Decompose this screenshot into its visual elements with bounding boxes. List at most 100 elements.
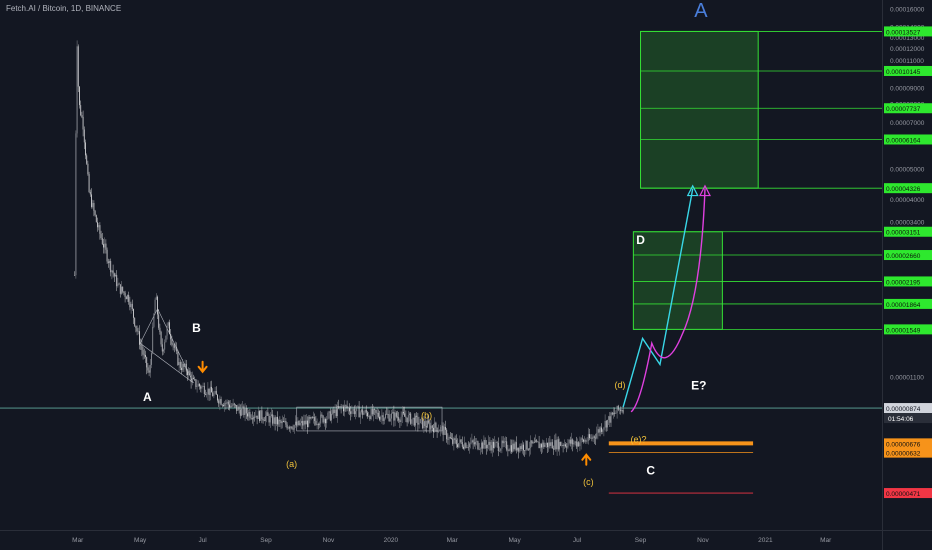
candle-body xyxy=(389,418,391,422)
candle-body xyxy=(405,416,407,418)
time-axis-label: 2021 xyxy=(758,537,773,544)
price-axis-label: 0.00009000 xyxy=(890,85,925,92)
candle-body xyxy=(286,424,288,429)
candle-body xyxy=(424,421,426,427)
candle-body xyxy=(491,441,493,451)
time-axis-label: May xyxy=(134,537,147,544)
candle-body xyxy=(343,406,344,412)
wave-label: A xyxy=(694,0,708,22)
candle-body xyxy=(124,292,126,297)
wave-label: (e)? xyxy=(630,435,646,445)
candle-body xyxy=(314,417,316,421)
candle-body xyxy=(537,441,539,443)
candle-body xyxy=(111,270,113,273)
price-axis-label: 0.00003400 xyxy=(890,219,925,226)
time-axis-label: Jul xyxy=(573,537,582,544)
time-axis-label: Jul xyxy=(198,537,207,544)
orange-arrow xyxy=(197,360,208,374)
candle-body xyxy=(470,442,472,444)
candle-body xyxy=(399,420,401,422)
candle-body xyxy=(351,410,353,414)
candle-body xyxy=(136,328,138,332)
candle-body xyxy=(488,441,490,446)
candle-body xyxy=(536,440,538,442)
candle-body xyxy=(393,411,395,421)
candle-body xyxy=(557,439,559,450)
candle-body xyxy=(322,415,324,423)
candle-body xyxy=(271,414,272,417)
candle-body xyxy=(429,422,431,430)
candle-body xyxy=(555,440,557,450)
candle-body xyxy=(508,450,510,452)
candle-body xyxy=(403,411,404,414)
candle-body xyxy=(267,412,269,416)
candle-body xyxy=(89,192,91,195)
candle-body xyxy=(466,446,468,448)
candle-body xyxy=(261,410,263,419)
candle-body xyxy=(178,362,180,365)
candle-body xyxy=(293,425,295,430)
candle-body xyxy=(619,409,620,411)
candle-body xyxy=(229,404,230,408)
wave-label: (b) xyxy=(421,411,432,421)
time-axis-label: May xyxy=(509,537,522,544)
candle-body xyxy=(561,444,563,446)
candle-body xyxy=(501,440,503,449)
candle-body xyxy=(151,353,152,365)
candle-body xyxy=(341,406,343,408)
candle-body xyxy=(278,420,280,425)
candle-body xyxy=(454,438,456,440)
candle-body xyxy=(622,409,624,413)
candle-body xyxy=(531,440,533,444)
candle-body xyxy=(281,421,283,424)
candle-body xyxy=(493,441,494,449)
candle-body xyxy=(76,46,78,134)
candle-body xyxy=(459,439,461,444)
candle-body xyxy=(507,449,509,451)
candle-body xyxy=(268,415,270,423)
target-price-label: 0.00006164 xyxy=(886,137,921,144)
candle-body xyxy=(603,427,605,430)
candle-body xyxy=(434,422,436,433)
candle-body xyxy=(82,116,84,130)
candle-body xyxy=(395,412,397,417)
candle-body xyxy=(538,442,540,449)
candle-body xyxy=(484,439,486,445)
candle-body xyxy=(113,273,115,277)
price-chart[interactable]: 0.000160000.000140000.000130000.00012000… xyxy=(0,0,932,550)
candle-body xyxy=(190,374,192,383)
candle-body xyxy=(302,421,304,426)
candle-body xyxy=(280,421,282,424)
wave-label: E? xyxy=(691,379,706,393)
candle-body xyxy=(197,384,199,387)
candle-body xyxy=(277,416,278,425)
candle-body xyxy=(128,294,130,302)
candle-body xyxy=(218,400,220,404)
candle-body xyxy=(605,421,607,428)
candle-body xyxy=(118,283,120,285)
candle-body xyxy=(247,413,248,417)
candle-body xyxy=(598,429,600,433)
candle-body xyxy=(131,303,133,309)
candle-body xyxy=(500,448,502,451)
candle-body xyxy=(181,367,182,371)
candle-body xyxy=(317,424,319,426)
candle-body xyxy=(374,409,376,410)
wave-label: (d) xyxy=(615,380,626,390)
candle-body xyxy=(256,415,258,419)
wave-label: A xyxy=(143,390,152,404)
target-price-label: 0.00001549 xyxy=(886,327,921,334)
candle-body xyxy=(329,411,331,421)
candle-body xyxy=(233,403,235,405)
support-price-label: 0.00000632 xyxy=(886,451,921,458)
target-price-label: 0.00002660 xyxy=(886,253,921,260)
candle-body xyxy=(262,418,264,421)
candle-body xyxy=(316,424,318,425)
candle-body xyxy=(478,448,480,450)
candle-body xyxy=(567,443,569,448)
candle-body xyxy=(575,441,577,447)
candle-body xyxy=(524,450,526,452)
candle-body xyxy=(147,367,149,371)
candle-body xyxy=(578,442,580,447)
candle-body xyxy=(221,404,223,406)
